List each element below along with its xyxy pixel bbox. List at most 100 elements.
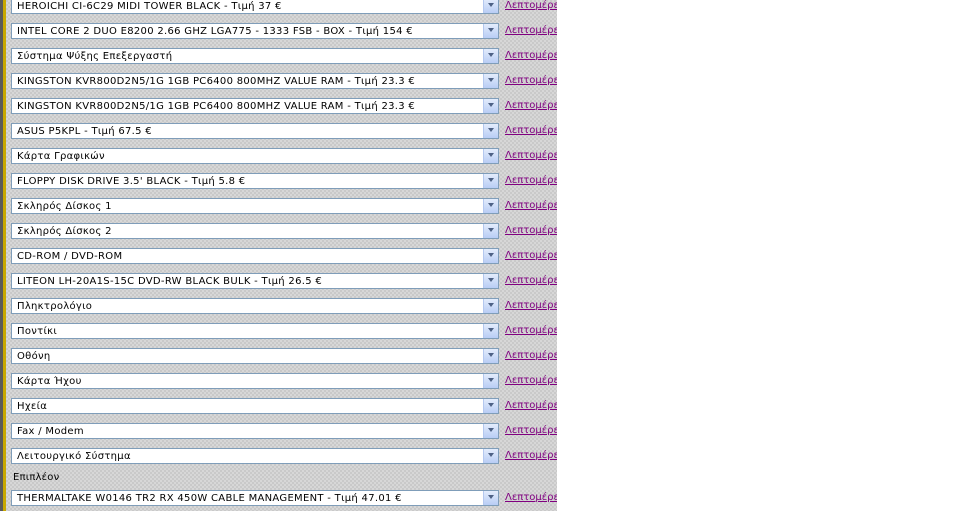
component-select-value: Σύστημα Ψύξης Επεξεργαστή (17, 51, 173, 62)
component-select[interactable]: Σκληρός Δίσκος 2 (11, 223, 499, 239)
component-row: Σύστημα Ψύξης Επεξεργαστή Λεπτομέρειες (11, 44, 557, 69)
component-select-value: Κάρτα Ήχου (17, 376, 82, 387)
dropdown-button[interactable] (483, 199, 498, 213)
component-select[interactable]: LITEON LH-20A1S-15C DVD-RW BLACK BULK - … (11, 273, 499, 289)
chevron-down-icon (488, 153, 494, 157)
component-select[interactable]: THERMALTAKE W0146 TR2 RX 450W CABLE MANA… (11, 490, 499, 506)
details-link[interactable]: Λεπτομέρειες (505, 374, 557, 388)
chevron-down-icon (488, 103, 494, 107)
dropdown-button[interactable] (483, 399, 498, 413)
component-row: FLOPPY DISK DRIVE 3.5' BLACK - Τιμή 5.8 … (11, 169, 557, 194)
details-link[interactable]: Λεπτομέρειες (505, 249, 557, 263)
dropdown-button[interactable] (483, 149, 498, 163)
component-row: Οθόνη Λεπτομέρειες (11, 344, 557, 369)
dropdown-button[interactable] (483, 324, 498, 338)
component-select[interactable]: Λειτουργικό Σύστημα (11, 448, 499, 464)
dropdown-button[interactable] (483, 124, 498, 138)
extras-heading: Επιπλέον (13, 472, 60, 483)
details-link[interactable]: Λεπτομέρειες (505, 24, 557, 38)
details-link[interactable]: Λεπτομέρειες (505, 491, 557, 505)
component-select[interactable]: KINGSTON KVR800D2N5/1G 1GB PC6400 800MHZ… (11, 98, 499, 114)
details-link[interactable]: Λεπτομέρειες (505, 99, 557, 113)
component-select-value: Πληκτρολόγιο (17, 301, 93, 312)
details-link[interactable]: Λεπτομέρειες (505, 49, 557, 63)
details-link[interactable]: Λεπτομέρειες (505, 74, 557, 88)
component-select-value: Ποντίκι (17, 326, 58, 337)
chevron-down-icon (488, 278, 494, 282)
details-link[interactable]: Λεπτομέρειες (505, 0, 557, 13)
dropdown-button[interactable] (483, 349, 498, 363)
dropdown-button[interactable] (483, 174, 498, 188)
component-select[interactable]: Πληκτρολόγιο (11, 298, 499, 314)
dropdown-button[interactable] (483, 299, 498, 313)
chevron-down-icon (488, 128, 494, 132)
component-select[interactable]: Οθόνη (11, 348, 499, 364)
details-link[interactable]: Λεπτομέρειες (505, 274, 557, 288)
component-select-value: Οθόνη (17, 351, 51, 362)
component-select-value: LITEON LH-20A1S-15C DVD-RW BLACK BULK - … (17, 276, 323, 287)
component-row: INTEL CORE 2 DUO E8200 2.66 GHZ LGA775 -… (11, 19, 557, 44)
component-select[interactable]: Ηχεία (11, 398, 499, 414)
chevron-down-icon (488, 228, 494, 232)
component-select[interactable]: Κάρτα Ήχου (11, 373, 499, 389)
component-select[interactable]: HEROICHI CI-6C29 MIDI TOWER BLACK - Τιμή… (11, 0, 499, 14)
dropdown-button[interactable] (483, 24, 498, 38)
component-select[interactable]: Σκληρός Δίσκος 1 (11, 198, 499, 214)
dropdown-button[interactable] (483, 99, 498, 113)
details-link[interactable]: Λεπτομέρειες (505, 149, 557, 163)
component-row: THERMALTAKE W0146 TR2 RX 450W CABLE MANA… (11, 486, 557, 511)
component-select[interactable]: Κάρτα Γραφικών (11, 148, 499, 164)
component-select-value: Λειτουργικό Σύστημα (17, 451, 131, 462)
dropdown-button[interactable] (483, 0, 498, 13)
configurator-panel: HEROICHI CI-6C29 MIDI TOWER BLACK - Τιμή… (0, 0, 557, 511)
component-row: Ποντίκι Λεπτομέρειες (11, 319, 557, 344)
component-select[interactable]: CD-ROM / DVD-ROM (11, 248, 499, 264)
details-link[interactable]: Λεπτομέρειες (505, 174, 557, 188)
component-row: ASUS P5KPL - Τιμή 67.5 € Λεπτομέρειες (11, 119, 557, 144)
details-link[interactable]: Λεπτομέρειες (505, 399, 557, 413)
dropdown-button[interactable] (483, 224, 498, 238)
component-select-value: FLOPPY DISK DRIVE 3.5' BLACK - Τιμή 5.8 … (17, 176, 246, 187)
dropdown-button[interactable] (483, 449, 498, 463)
details-link[interactable]: Λεπτομέρειες (505, 424, 557, 438)
dropdown-button[interactable] (483, 249, 498, 263)
component-row: HEROICHI CI-6C29 MIDI TOWER BLACK - Τιμή… (11, 0, 557, 19)
component-list: HEROICHI CI-6C29 MIDI TOWER BLACK - Τιμή… (11, 0, 557, 511)
component-select-value: CD-ROM / DVD-ROM (17, 251, 123, 262)
component-select[interactable]: Σύστημα Ψύξης Επεξεργαστή (11, 48, 499, 64)
component-row: Fax / Modem Λεπτομέρειες (11, 419, 557, 444)
details-link[interactable]: Λεπτομέρειες (505, 324, 557, 338)
dropdown-button[interactable] (483, 374, 498, 388)
details-link[interactable]: Λεπτομέρειες (505, 449, 557, 463)
dropdown-button[interactable] (483, 424, 498, 438)
component-select[interactable]: KINGSTON KVR800D2N5/1G 1GB PC6400 800MHZ… (11, 73, 499, 89)
component-select[interactable]: Fax / Modem (11, 423, 499, 439)
component-select[interactable]: Ποντίκι (11, 323, 499, 339)
details-link[interactable]: Λεπτομέρειες (505, 299, 557, 313)
chevron-down-icon (488, 178, 494, 182)
component-select-value: Σκληρός Δίσκος 2 (17, 226, 112, 237)
component-select-value: HEROICHI CI-6C29 MIDI TOWER BLACK - Τιμή… (17, 1, 282, 12)
details-link[interactable]: Λεπτομέρειες (505, 199, 557, 213)
component-row: Κάρτα Γραφικών Λεπτομέρειες (11, 144, 557, 169)
component-row: CD-ROM / DVD-ROM Λεπτομέρειες (11, 244, 557, 269)
chevron-down-icon (488, 428, 494, 432)
chevron-down-icon (488, 53, 494, 57)
component-select-value: Σκληρός Δίσκος 1 (17, 201, 112, 212)
details-link[interactable]: Λεπτομέρειες (505, 224, 557, 238)
chevron-down-icon (488, 28, 494, 32)
dropdown-button[interactable] (483, 49, 498, 63)
dropdown-button[interactable] (483, 274, 498, 288)
component-select[interactable]: FLOPPY DISK DRIVE 3.5' BLACK - Τιμή 5.8 … (11, 173, 499, 189)
component-row: Πληκτρολόγιο Λεπτομέρειες (11, 294, 557, 319)
component-select-value: Fax / Modem (17, 426, 84, 437)
dropdown-button[interactable] (483, 74, 498, 88)
details-link[interactable]: Λεπτομέρειες (505, 349, 557, 363)
component-select[interactable]: ASUS P5KPL - Τιμή 67.5 € (11, 123, 499, 139)
dropdown-button[interactable] (483, 491, 498, 505)
component-select-value: ASUS P5KPL - Τιμή 67.5 € (17, 126, 152, 137)
component-row: Σκληρός Δίσκος 2 Λεπτομέρειες (11, 219, 557, 244)
details-link[interactable]: Λεπτομέρειες (505, 124, 557, 138)
chevron-down-icon (488, 78, 494, 82)
component-select[interactable]: INTEL CORE 2 DUO E8200 2.66 GHZ LGA775 -… (11, 23, 499, 39)
